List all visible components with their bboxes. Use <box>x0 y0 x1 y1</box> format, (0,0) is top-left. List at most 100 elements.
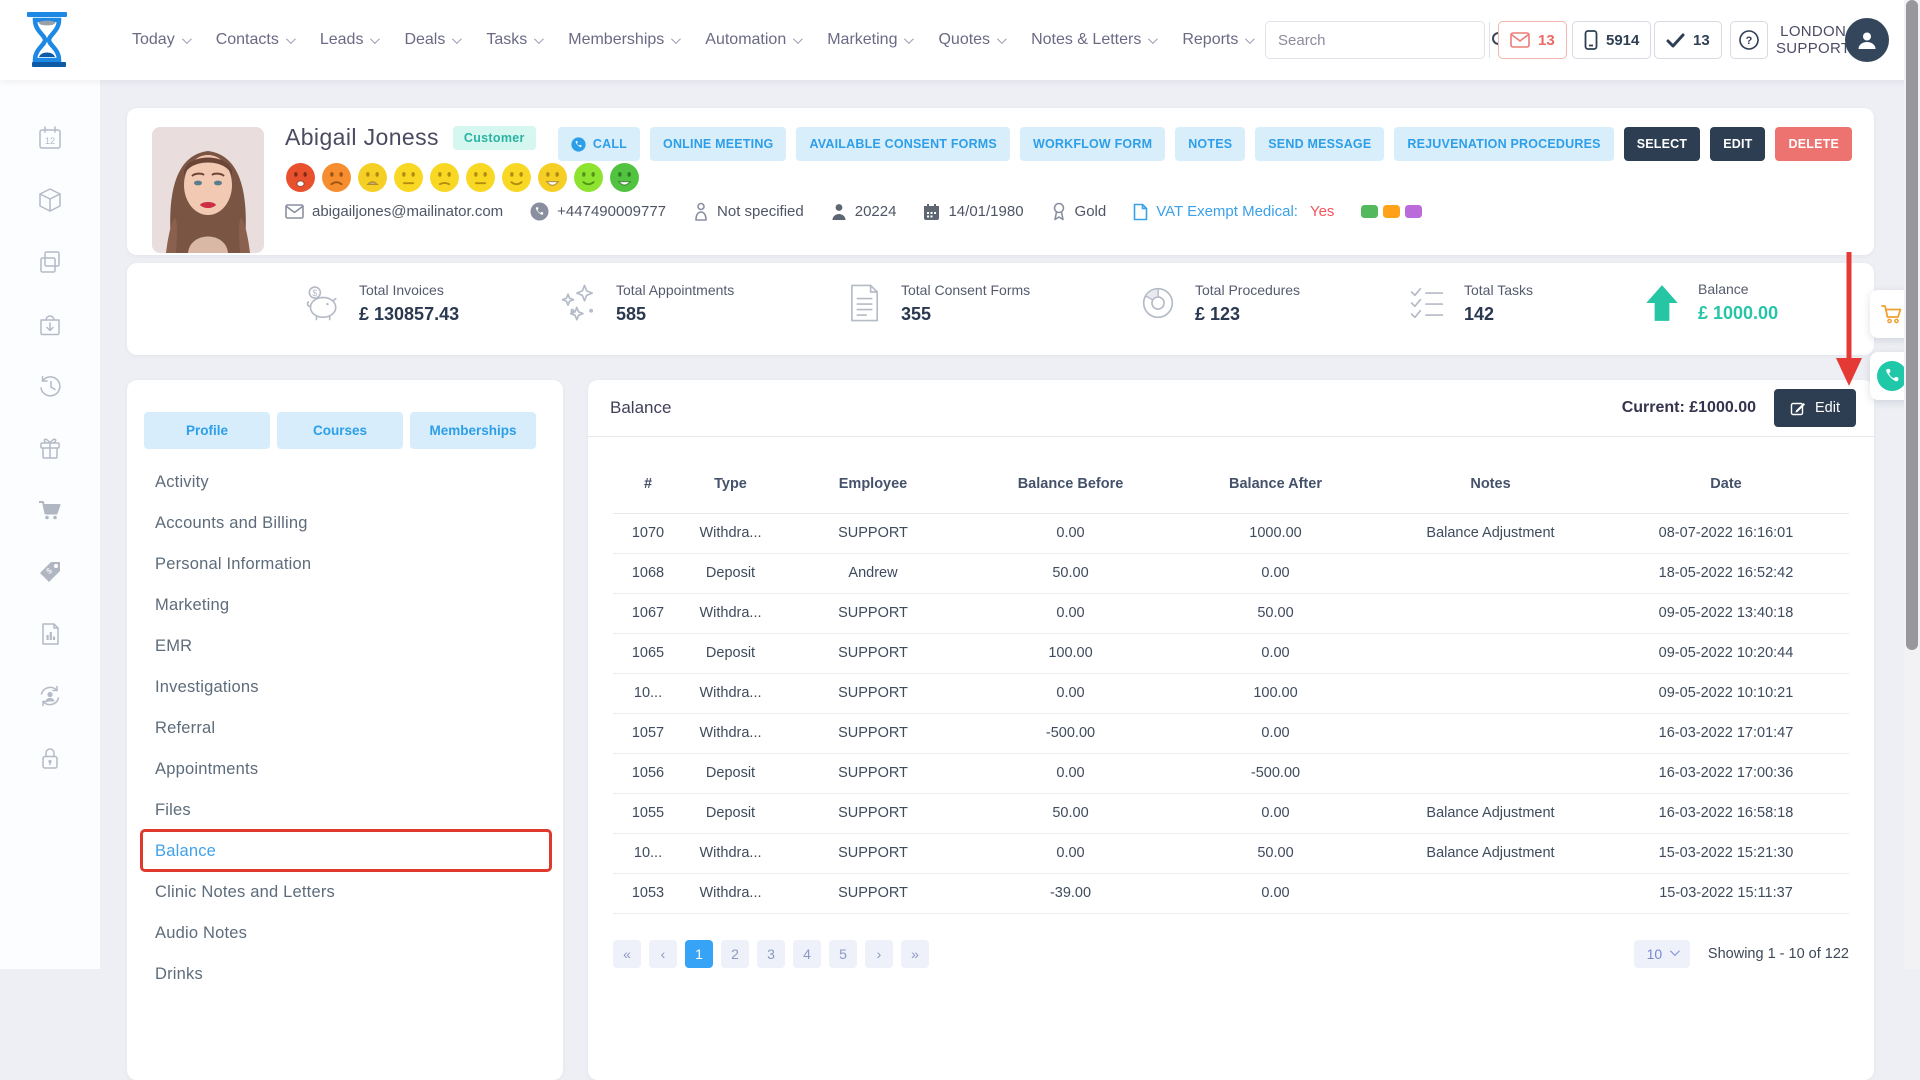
gift-icon[interactable] <box>36 434 64 462</box>
pagination-last[interactable]: » <box>901 940 929 968</box>
cart-icon[interactable] <box>36 496 64 524</box>
mood-icon-2[interactable] <box>321 162 352 193</box>
customer-email[interactable]: abigailjones@mailinator.com <box>285 203 503 220</box>
nav-leads[interactable]: Leads <box>320 31 378 49</box>
send-message-button[interactable]: SEND MESSAGE <box>1255 127 1384 161</box>
chevron-down-icon <box>370 34 380 44</box>
table-row[interactable]: 1057Withdra...SUPPORT-500.000.0016-03-20… <box>613 713 1849 753</box>
nav-quotes[interactable]: Quotes <box>938 31 1004 49</box>
edit-balance-button[interactable]: Edit <box>1774 389 1856 427</box>
table-row[interactable]: 1067Withdra...SUPPORT0.0050.0009-05-2022… <box>613 593 1849 633</box>
mood-icon-5[interactable] <box>429 162 460 193</box>
history-icon[interactable] <box>36 372 64 400</box>
menu-item-audio-notes[interactable]: Audio Notes <box>127 913 563 954</box>
package-icon[interactable] <box>36 186 64 214</box>
nav-automation[interactable]: Automation <box>705 31 800 49</box>
menu-item-marketing[interactable]: Marketing <box>127 585 563 626</box>
menu-item-appointments[interactable]: Appointments <box>127 749 563 790</box>
nav-tasks[interactable]: Tasks <box>486 31 541 49</box>
nav-marketing[interactable]: Marketing <box>827 31 911 49</box>
menu-item-activity[interactable]: Activity <box>127 462 563 503</box>
tab-courses[interactable]: Courses <box>277 412 403 449</box>
pagination-page-3[interactable]: 3 <box>757 940 785 968</box>
table-row[interactable]: 10...Withdra...SUPPORT0.00100.0009-05-20… <box>613 673 1849 713</box>
pagination-prev[interactable]: ‹ <box>649 940 677 968</box>
customer-actions: CALL ONLINE MEETING AVAILABLE CONSENT FO… <box>558 127 1852 161</box>
table-row[interactable]: 1070Withdra...SUPPORT0.001000.00Balance … <box>613 513 1849 553</box>
pagination-page-5[interactable]: 5 <box>829 940 857 968</box>
nav-reports[interactable]: Reports <box>1182 31 1252 49</box>
mood-icon-10[interactable] <box>609 162 640 193</box>
tag-green[interactable] <box>1361 205 1378 218</box>
delete-button[interactable]: DELETE <box>1775 127 1852 161</box>
pagination-page-4[interactable]: 4 <box>793 940 821 968</box>
user-avatar[interactable] <box>1845 18 1889 62</box>
purchase-bag-icon[interactable] <box>36 310 64 338</box>
copy-icon[interactable] <box>36 248 64 276</box>
workflow-form-button[interactable]: WORKFLOW FORM <box>1020 127 1165 161</box>
menu-item-clinic-notes-and-letters[interactable]: Clinic Notes and Letters <box>127 872 563 913</box>
report-doc-icon[interactable] <box>36 620 64 648</box>
lock-icon[interactable] <box>36 744 64 772</box>
price-tag-icon[interactable]: $ <box>36 558 64 586</box>
menu-item-balance[interactable]: Balance <box>127 831 563 872</box>
tab-profile[interactable]: Profile <box>144 412 270 449</box>
tag-orange[interactable] <box>1383 205 1400 218</box>
table-row[interactable]: 1068DepositAndrew50.000.0018-05-2022 16:… <box>613 553 1849 593</box>
table-row[interactable]: 1056DepositSUPPORT0.00-500.0016-03-2022 … <box>613 753 1849 793</box>
tab-memberships[interactable]: Memberships <box>410 412 536 449</box>
customer-phone[interactable]: +447490009777 <box>530 202 666 221</box>
table-row[interactable]: 1065DepositSUPPORT100.000.0009-05-2022 1… <box>613 633 1849 673</box>
pagination-page-1[interactable]: 1 <box>685 940 713 968</box>
rejuvenation-procedures-button[interactable]: REJUVENATION PROCEDURES <box>1394 127 1613 161</box>
nav-memberships[interactable]: Memberships <box>568 31 678 49</box>
calendar-12-icon[interactable]: 12 <box>36 124 64 152</box>
pagination-first[interactable]: « <box>613 940 641 968</box>
customer-sync-icon[interactable] <box>36 682 64 710</box>
menu-item-referral[interactable]: Referral <box>127 708 563 749</box>
search-input[interactable] <box>1266 32 1489 49</box>
scrollbar-thumb[interactable] <box>1906 0 1918 650</box>
menu-item-investigations[interactable]: Investigations <box>127 667 563 708</box>
nav-deals[interactable]: Deals <box>404 31 459 49</box>
mood-icon-8[interactable] <box>537 162 568 193</box>
table-row[interactable]: 1055DepositSUPPORT50.000.00Balance Adjus… <box>613 793 1849 833</box>
customer-vat-exempt: VAT Exempt Medical:Yes <box>1133 203 1334 221</box>
mood-icon-1[interactable] <box>285 162 316 193</box>
select-button[interactable]: SELECT <box>1624 127 1701 161</box>
sms-badge[interactable]: 5914 <box>1572 21 1651 59</box>
search-box <box>1265 21 1485 59</box>
menu-item-accounts-and-billing[interactable]: Accounts and Billing <box>127 503 563 544</box>
table-row[interactable]: 10...Withdra...SUPPORT0.0050.00Balance A… <box>613 833 1849 873</box>
menu-item-personal-information[interactable]: Personal Information <box>127 544 563 585</box>
mood-icon-4[interactable] <box>393 162 424 193</box>
menu-item-files[interactable]: Files <box>127 790 563 831</box>
page-size-select[interactable]: 10 <box>1634 940 1690 968</box>
tag-purple[interactable] <box>1405 205 1422 218</box>
nav-contacts[interactable]: Contacts <box>216 31 293 49</box>
gender-icon <box>693 202 709 221</box>
nav-today[interactable]: Today <box>132 31 189 49</box>
mood-icon-6[interactable] <box>465 162 496 193</box>
mood-icon-9[interactable] <box>573 162 604 193</box>
notes-button[interactable]: NOTES <box>1175 127 1245 161</box>
menu-item-emr[interactable]: EMR <box>127 626 563 667</box>
profile-tabs: Profile Courses Memberships <box>144 412 536 449</box>
app-logo-hourglass-icon[interactable] <box>22 10 72 70</box>
mood-icon-7[interactable] <box>501 162 532 193</box>
nav-notes-letters[interactable]: Notes & Letters <box>1031 31 1155 49</box>
cart-icon <box>1879 301 1905 327</box>
pagination-page-2[interactable]: 2 <box>721 940 749 968</box>
online-meeting-button[interactable]: ONLINE MEETING <box>650 127 786 161</box>
col-header-date: Date <box>1603 455 1849 513</box>
edit-customer-button[interactable]: EDIT <box>1710 127 1765 161</box>
available-consent-forms-button[interactable]: AVAILABLE CONSENT FORMS <box>796 127 1009 161</box>
pagination-next[interactable]: › <box>865 940 893 968</box>
menu-item-drinks[interactable]: Drinks <box>127 954 563 995</box>
help-button[interactable]: ? <box>1730 21 1768 59</box>
mail-badge[interactable]: 13 <box>1498 21 1567 59</box>
mood-icon-3[interactable] <box>357 162 388 193</box>
table-row[interactable]: 1053Withdra...SUPPORT-39.000.0015-03-202… <box>613 873 1849 913</box>
call-button[interactable]: CALL <box>558 127 640 161</box>
tasks-badge[interactable]: 13 <box>1654 21 1722 59</box>
